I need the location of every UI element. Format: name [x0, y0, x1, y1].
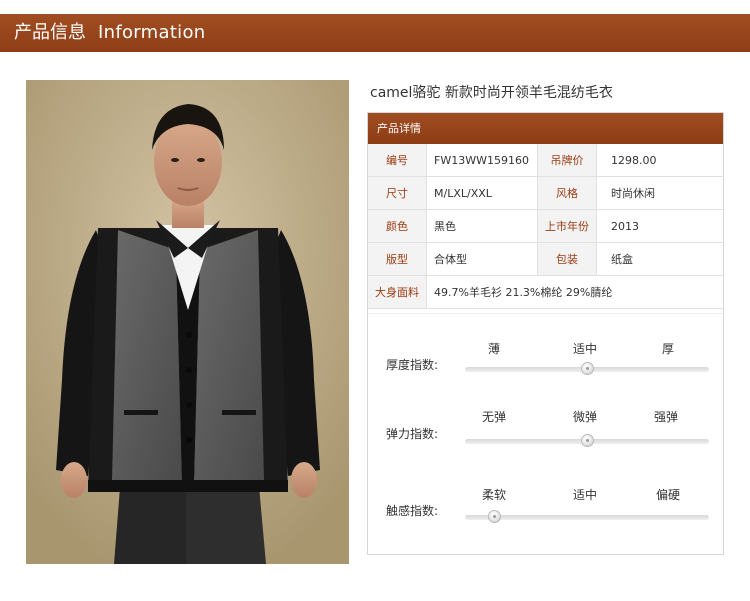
table-row: 版型 合体型 包装 纸盒: [368, 242, 723, 276]
table-row: 尺寸 M/LXL/XXL 风格 时尚休闲: [368, 176, 723, 210]
slider-label: 触感指数:: [386, 504, 439, 518]
slider-track: [465, 510, 709, 523]
spec-value: M/LXL/XXL: [426, 176, 538, 210]
spec-key: 颜色: [368, 209, 427, 243]
product-title: camel骆驼 新款时尚开领羊毛混纺毛衣: [370, 85, 613, 101]
banner-title-cn: 产品信息: [14, 22, 86, 43]
spec-value: 黑色: [426, 209, 538, 243]
spec-key: 包装: [537, 242, 597, 276]
spec-value: 合体型: [426, 242, 538, 276]
scale-option: 适中: [572, 342, 598, 356]
spec-value: 2013: [596, 209, 723, 243]
slider-label: 厚度指数:: [386, 358, 439, 372]
slider-knob: [581, 362, 594, 375]
scale-labels: 柔软 适中 偏硬: [464, 486, 710, 502]
spec-key: 版型: [368, 242, 427, 276]
index-sliders: 薄 适中 厚 厚度指数: 无弹 微弹 强弹 弹力指数: 柔软 适中 偏硬 触感指…: [368, 313, 723, 523]
spec-value: 1298.00: [596, 144, 723, 177]
table-row: 大身面料 49.7%羊毛衫 21.3%棉纶 29%腈纶: [368, 275, 723, 309]
scale-option: 强弹: [653, 410, 679, 424]
banner-title-en: Information: [98, 22, 206, 43]
scale-option: 薄: [487, 342, 501, 356]
product-photo: [26, 80, 349, 564]
section-banner: 产品信息 Information: [0, 14, 750, 52]
product-detail-panel: 产品详情 编号 FW13WW159160 吊牌价 1298.00 尺寸 M/LX…: [367, 112, 724, 555]
slider-track: [465, 362, 709, 375]
model-image: [26, 80, 349, 564]
spec-value: 时尚休闲: [596, 176, 723, 210]
spec-value: FW13WW159160: [426, 144, 538, 177]
panel-header: 产品详情: [368, 113, 723, 144]
slider-track: [465, 434, 709, 447]
scale-option: 柔软: [481, 488, 507, 502]
scale-option: 微弹: [572, 410, 598, 424]
spec-key: 尺寸: [368, 176, 427, 210]
scale-labels: 无弹 微弹 强弹: [464, 408, 710, 424]
spec-key: 大身面料: [368, 275, 427, 309]
spec-key: 风格: [537, 176, 597, 210]
scale-option: 厚: [661, 342, 675, 356]
spec-key: 编号: [368, 144, 427, 177]
spec-key: 吊牌价: [537, 144, 597, 177]
spec-value: 纸盒: [596, 242, 723, 276]
scale-option: 适中: [572, 488, 598, 502]
scale-labels: 薄 适中 厚: [464, 340, 710, 356]
spec-key: 上市年份: [537, 209, 597, 243]
spec-value: 49.7%羊毛衫 21.3%棉纶 29%腈纶: [426, 275, 723, 309]
scale-option: 无弹: [481, 410, 507, 424]
table-row: 颜色 黑色 上市年份 2013: [368, 209, 723, 243]
spec-table: 编号 FW13WW159160 吊牌价 1298.00 尺寸 M/LXL/XXL…: [368, 144, 723, 309]
slider-knob: [581, 434, 594, 447]
slider-knob: [488, 510, 502, 523]
scale-option: 偏硬: [655, 488, 681, 502]
table-row: 编号 FW13WW159160 吊牌价 1298.00: [368, 144, 723, 177]
slider-label: 弹力指数:: [386, 427, 439, 441]
